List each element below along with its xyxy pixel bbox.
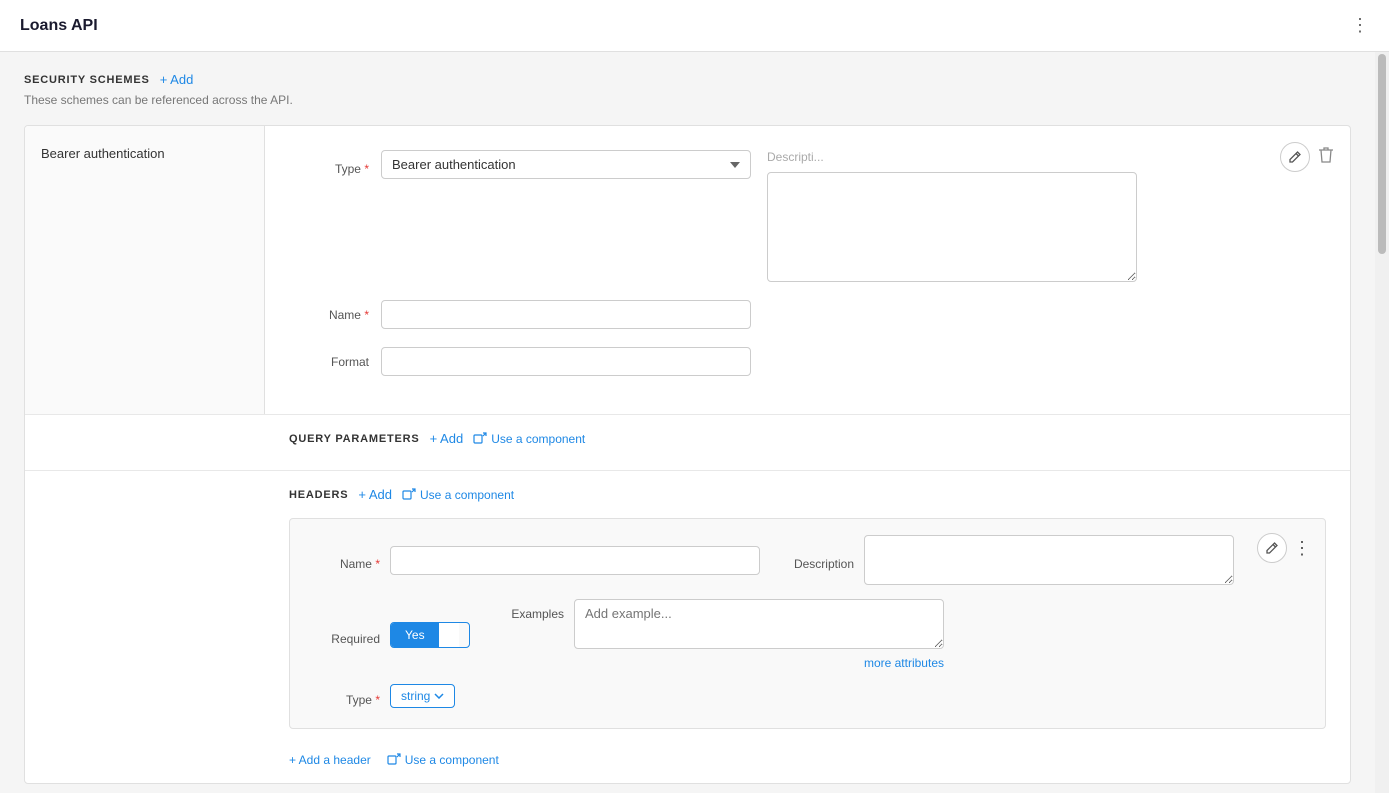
required-yes-button[interactable]: Yes (391, 623, 439, 647)
menu-icon[interactable]: ⋮ (1351, 15, 1369, 36)
scheme-delete-button[interactable] (1318, 146, 1334, 169)
security-schemes-header: SECURITY SCHEMES + Add (24, 72, 1351, 87)
authorization-input[interactable]: Authorization (390, 546, 760, 575)
name-label: Name * (289, 300, 369, 322)
format-field-row: Format (289, 347, 1326, 376)
type-select[interactable]: Bearer authentication API Key OAuth2 Ope… (381, 150, 751, 179)
header-more-button[interactable]: ⋮ (1293, 539, 1311, 557)
security-schemes-title: SECURITY SCHEMES (24, 74, 150, 86)
required-field: Required Yes (310, 599, 470, 670)
use-component-query-button[interactable]: Use a component (473, 432, 585, 446)
add-header-row: + Add a header Use a component (289, 741, 1326, 767)
delete-icon (1318, 146, 1334, 164)
scrollbar-thumb[interactable] (1378, 54, 1386, 254)
format-input[interactable] (381, 347, 751, 376)
header-type-field: Type * string (310, 684, 1305, 708)
query-params-title: QUERY PARAMETERS (289, 433, 420, 445)
scheme-sidebar: Bearer authentication (25, 126, 265, 414)
add-query-param-button[interactable]: + Add (430, 431, 464, 446)
app-header: Loans API ⋮ (0, 0, 1389, 52)
query-params-header: QUERY PARAMETERS + Add Use a component (289, 431, 1326, 446)
app-title: Loans API (20, 17, 98, 35)
type-label: Type * (289, 154, 369, 176)
security-scheme-card: Bearer authentication (24, 125, 1351, 784)
scheme-sidebar-name: Bearer authentication (41, 146, 165, 161)
type-chevron-icon (434, 693, 444, 699)
security-schemes-subtitle: These schemes can be referenced across t… (24, 93, 1351, 107)
header-type-label: Type * (310, 685, 380, 707)
headers-title: HEADERS (289, 489, 348, 501)
description-placeholder-label: Descripti... (767, 150, 1137, 164)
type-badge[interactable]: string (390, 684, 455, 708)
examples-input[interactable] (574, 599, 944, 649)
header-description-textarea[interactable] (864, 535, 1234, 585)
edit-icon (1288, 150, 1302, 164)
format-label: Format (289, 347, 369, 369)
scheme-fields: Type * Bearer authentication API Key OAu… (265, 126, 1350, 414)
main-content: SECURITY SCHEMES + Add These schemes can… (0, 52, 1389, 793)
add-header-button[interactable]: + Add (358, 487, 392, 502)
required-toggle[interactable]: Yes (390, 622, 470, 648)
header-name-label: Name * (310, 549, 380, 571)
more-attributes-button[interactable]: more attributes (864, 656, 944, 670)
name-field-row: Name * Bearer authentication (289, 300, 1326, 329)
scheme-edit-button[interactable] (1280, 142, 1310, 172)
required-label: Required (310, 624, 380, 646)
headers-section: HEADERS + Add Use a component (25, 470, 1350, 783)
use-component-bottom-button[interactable]: Use a component (387, 753, 499, 767)
add-a-header-button[interactable]: + Add a header (289, 753, 371, 767)
use-component-header-button[interactable]: Use a component (402, 488, 514, 502)
description-textarea[interactable] (767, 172, 1137, 282)
name-input[interactable]: Bearer authentication (381, 300, 751, 329)
headers-section-header: HEADERS + Add Use a component (289, 487, 1326, 502)
header-edit-button[interactable] (1257, 533, 1287, 563)
add-security-scheme-button[interactable]: + Add (160, 72, 194, 87)
component-icon (473, 432, 487, 446)
header-row-card: ⋮ Name * Authorization Description (289, 518, 1326, 729)
query-params-section: QUERY PARAMETERS + Add Use a component (25, 414, 1350, 470)
scheme-actions (1280, 142, 1334, 172)
header-row-actions: ⋮ (1257, 533, 1311, 563)
required-no-button[interactable] (439, 623, 459, 647)
examples-label: Examples (494, 599, 564, 621)
component-icon-3 (387, 753, 401, 767)
header-description-label: Description (784, 549, 854, 571)
component-icon-2 (402, 488, 416, 502)
examples-field: Examples more attributes (494, 599, 944, 670)
scrollbar-track[interactable] (1375, 52, 1389, 793)
header-description-field: Description (784, 535, 1234, 585)
header-edit-icon (1265, 541, 1279, 555)
header-name-field: Name * Authorization (310, 535, 760, 585)
